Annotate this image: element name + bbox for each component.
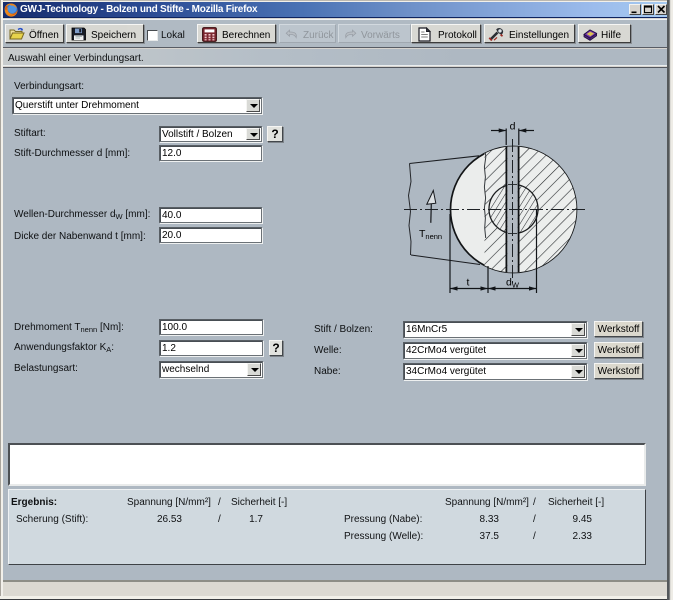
svg-text:dW: dW (506, 277, 520, 290)
svg-text:t: t (467, 277, 470, 289)
svg-text:Tnenn: Tnenn (419, 228, 442, 241)
svg-text:d: d (510, 121, 516, 133)
